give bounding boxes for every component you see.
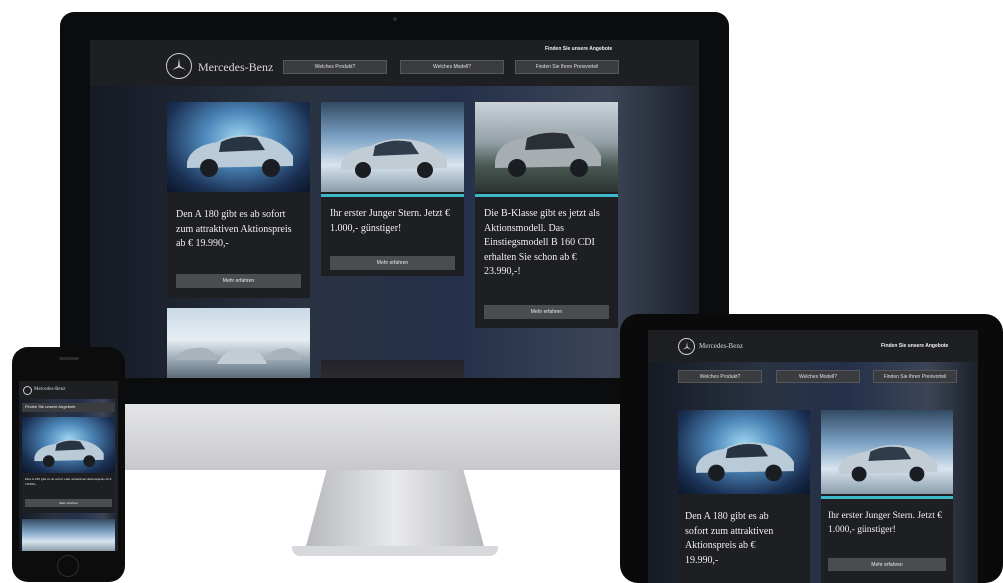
- offer-card-text: Die B-Klasse gibt es jetzt als Aktionsmo…: [484, 208, 600, 277]
- car-image: [495, 130, 601, 177]
- nav-model-button[interactable]: Welches Modell?: [400, 60, 504, 74]
- accent-bar: [321, 194, 464, 197]
- a-class-image[interactable]: [167, 102, 310, 192]
- offer-card-text: Ihr erster Junger Stern. Jetzt € 1.000,-…: [828, 511, 942, 535]
- more-info-button[interactable]: Mehr erfahren: [484, 305, 609, 319]
- offer-card-a180: Den A 180 gibt es ab sofort zum attrakti…: [22, 417, 115, 513]
- a-class-silver-image[interactable]: [22, 519, 115, 551]
- offer-card-text: Ihr erster Junger Stern. Jetzt € 1.000,-…: [330, 208, 450, 234]
- a-class-image[interactable]: [22, 417, 115, 473]
- desktop-screen: Mercedes-Benz Finden Sie unsere Angebote…: [90, 40, 699, 378]
- brand-name: Mercedes-Benz: [198, 60, 274, 74]
- more-info-button[interactable]: Mehr erfahren: [25, 499, 112, 507]
- more-info-button[interactable]: Mehr erfahren: [330, 256, 455, 270]
- offer-card-text: Den A 180 gibt es ab sofort zum attrakti…: [176, 209, 292, 249]
- menu-bar[interactable]: Finden Sie unsere Angebote: [22, 403, 115, 412]
- nav-price-button[interactable]: Finden Sie Ihren Preisvorteil: [515, 60, 619, 74]
- offer-card-a180: Den A 180 gibt es ab sofort zum attrakti…: [678, 410, 810, 583]
- mercedes-star-icon[interactable]: [166, 53, 192, 79]
- brand-name: Mercedes-Benz: [34, 387, 66, 392]
- more-info-button[interactable]: Mehr erfahren: [176, 274, 301, 288]
- a-class-image[interactable]: [678, 410, 810, 494]
- accent-bar: [475, 194, 618, 197]
- tablet-screen: Mercedes-Benz Finden Sie unsere Angebote…: [648, 330, 978, 583]
- offer-card-young-star: Ihr erster Junger Stern. Jetzt € 1.000,-…: [321, 102, 464, 276]
- more-info-button[interactable]: Mehr erfahren: [828, 558, 946, 571]
- brand-name: Mercedes-Benz: [699, 342, 743, 350]
- offer-card-text: Den A 180 gibt es ab sofort zum attrakti…: [685, 511, 774, 566]
- car-image: [34, 439, 104, 468]
- a-class-silver-image[interactable]: [321, 102, 464, 192]
- offer-card-a180: Den A 180 gibt es ab sofort zum attrakti…: [167, 102, 310, 298]
- monitor-stand: [305, 470, 485, 550]
- header-offers-link[interactable]: Finden Sie unsere Angebote: [25, 404, 75, 409]
- header-offers-link[interactable]: Finden Sie unsere Angebote: [545, 46, 612, 52]
- offer-card-text: Den A 180 gibt es ab sofort zum attrakti…: [25, 477, 112, 487]
- phone-speaker: [59, 357, 79, 360]
- mercedes-star-icon[interactable]: [678, 338, 695, 355]
- offer-card-b-class: Die B-Klasse gibt es jetzt als Aktionsmo…: [475, 102, 618, 328]
- camera-dot: [393, 17, 397, 21]
- nav-price-button[interactable]: Finden Sie Ihren Preisvorteil: [873, 370, 957, 383]
- monitor-base: [292, 546, 498, 556]
- accent-bar: [821, 496, 953, 499]
- car-image: [838, 445, 938, 482]
- header-offers-link[interactable]: Finden Sie unsere Angebote: [881, 343, 948, 349]
- car-image: [187, 134, 293, 177]
- phone-screen: Mercedes-Benz Finden Sie unsere Angebote…: [19, 381, 118, 551]
- b-class-image[interactable]: [475, 102, 618, 192]
- three-cars-image[interactable]: [167, 308, 310, 378]
- home-button[interactable]: [57, 555, 79, 577]
- nav-product-button[interactable]: Welches Produkt?: [678, 370, 762, 383]
- gla-night-image[interactable]: [321, 360, 464, 378]
- mercedes-star-icon[interactable]: [23, 386, 32, 395]
- car-image: [341, 138, 447, 178]
- cars-group-image: [175, 347, 301, 364]
- a-class-silver-image[interactable]: [821, 410, 953, 494]
- offer-card-young-star: Ihr erster Junger Stern. Jetzt € 1.000,-…: [821, 410, 953, 583]
- car-image: [696, 442, 794, 482]
- nav-model-button[interactable]: Welches Modell?: [776, 370, 860, 383]
- nav-product-button[interactable]: Welches Produkt?: [283, 60, 387, 74]
